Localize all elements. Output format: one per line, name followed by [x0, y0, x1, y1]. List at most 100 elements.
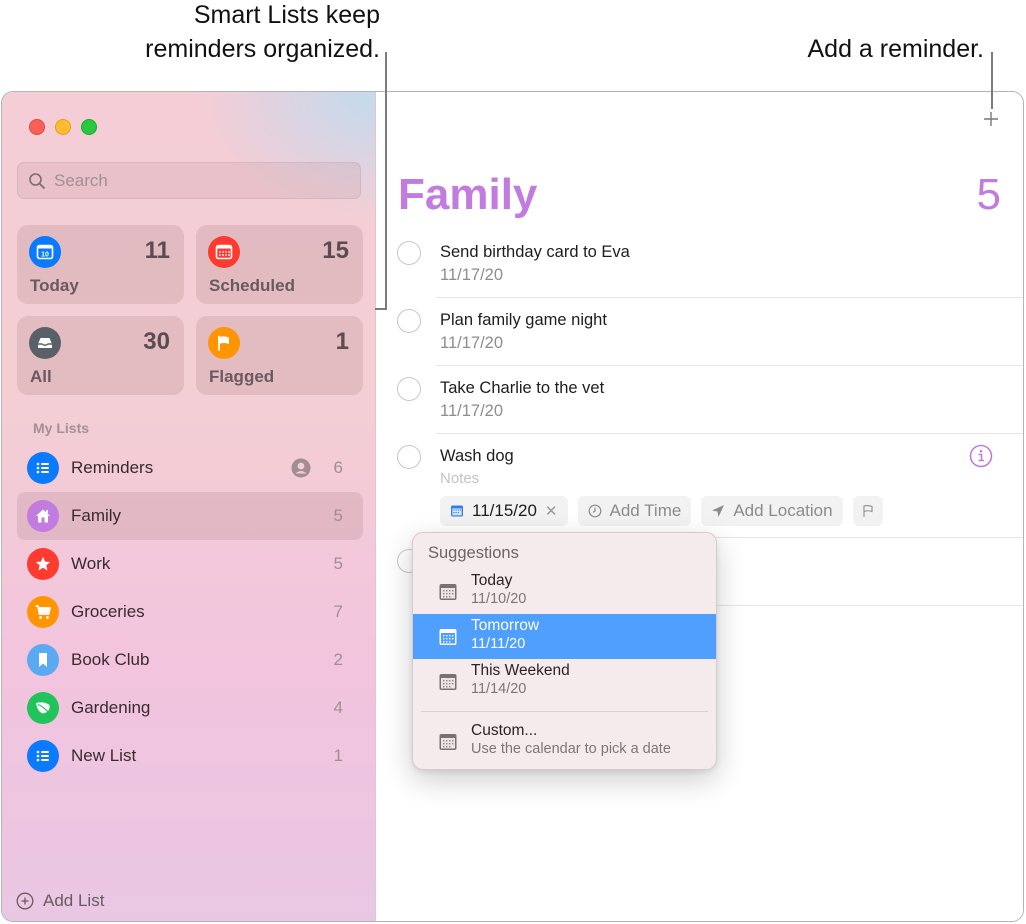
annotation-line-1: Smart Lists keep — [193, 1, 380, 29]
sidebar-item-new-list[interactable]: New List 1 — [17, 732, 363, 780]
reminder-title[interactable]: Take Charlie to the vet — [440, 379, 604, 398]
calendar-icon — [451, 505, 463, 517]
smart-list-label: Scheduled — [209, 276, 295, 295]
reminder-row[interactable]: Send birthday card to Eva 11/17/20 — [376, 230, 1023, 298]
smart-list-count: 15 — [322, 237, 349, 264]
calendar-icon — [439, 674, 457, 690]
date-suggestions-popover: Suggestions Today 11/10/20 Tomorrow 11/1… — [412, 532, 717, 770]
add-location-button[interactable]: Add Location — [701, 496, 843, 526]
flag-outline-icon — [863, 505, 873, 517]
smart-lists: 10 11 Today 15 Scheduled 30 All 1 Flagge… — [17, 225, 363, 395]
callout-line-smart-lists-tick — [375, 308, 387, 310]
flag-icon — [208, 327, 240, 359]
shared-person-icon — [291, 458, 311, 478]
suggestion-custom[interactable]: Custom... Use the calendar to pick a dat… — [413, 719, 716, 769]
suggestion-label: Tomorrow — [471, 617, 540, 634]
suggestion-label: This Weekend — [471, 662, 570, 679]
annotation-add-reminder: Add a reminder. — [807, 35, 985, 63]
star-icon — [27, 548, 59, 580]
calendar-today-icon: 10 — [29, 236, 61, 268]
cart-icon — [27, 596, 59, 628]
reminder-date: 11/17/20 — [440, 334, 504, 352]
list-total-count: 5 — [976, 170, 1001, 219]
list-title: Family — [398, 170, 538, 219]
add-list-label: Add List — [43, 891, 105, 910]
reminder-date: 11/17/20 — [440, 266, 504, 284]
smart-list-today[interactable]: 10 11 Today — [17, 225, 184, 304]
window-controls — [29, 119, 97, 135]
date-chip[interactable]: 11/15/20 ✕ — [440, 496, 568, 526]
main-pane: Family 5 Send birthday card to Eva 11/17… — [376, 92, 1023, 921]
sidebar-item-reminders[interactable]: Reminders 6 — [17, 444, 363, 492]
list-name: Family — [71, 506, 122, 525]
date-chip-value: 11/15/20 — [472, 501, 537, 520]
sidebar-item-family[interactable]: Family 5 — [17, 492, 363, 540]
zoom-window-button[interactable] — [81, 119, 97, 135]
reminder-title[interactable]: Plan family game night — [440, 311, 607, 330]
info-icon[interactable] — [969, 444, 993, 468]
suggestion-this-weekend[interactable]: This Weekend 11/14/20 — [413, 659, 716, 704]
reminder-date: 11/17/20 — [440, 402, 504, 420]
callout-line-smart-lists — [385, 52, 387, 310]
search-input[interactable] — [54, 170, 334, 191]
suggestion-date: 11/11/20 — [471, 636, 526, 652]
sidebar-item-book-club[interactable]: Book Club 2 — [17, 636, 363, 684]
add-list-button[interactable]: Add List — [16, 891, 104, 911]
list-count: 1 — [333, 746, 343, 765]
search-field[interactable] — [17, 162, 361, 199]
flag-button[interactable] — [852, 496, 883, 526]
close-window-button[interactable] — [29, 119, 45, 135]
reminder-row-editing[interactable]: Wash dog Notes 11/15/20 ✕ Add Time Add L… — [376, 434, 1023, 538]
reminder-title[interactable]: Send birthday card to Eva — [440, 243, 630, 262]
sidebar-item-gardening[interactable]: Gardening 4 — [17, 684, 363, 732]
suggestion-date: 11/14/20 — [471, 681, 527, 697]
complete-checkbox[interactable] — [397, 241, 421, 265]
reminder-row[interactable]: Plan family game night 11/17/20 — [376, 298, 1023, 366]
location-arrow-icon — [712, 505, 725, 517]
add-time-label: Add Time — [609, 501, 682, 520]
suggestion-today[interactable]: Today 11/10/20 — [413, 569, 716, 614]
reminder-attributes: 11/15/20 ✕ Add Time Add Location — [440, 496, 883, 526]
annotation-line-2: reminders organized. — [145, 35, 380, 63]
smart-list-count: 1 — [335, 328, 349, 355]
notes-field[interactable]: Notes — [440, 470, 479, 487]
add-reminder-button[interactable] — [981, 108, 1001, 130]
smart-list-scheduled[interactable]: 15 Scheduled — [196, 225, 363, 304]
list-count: 6 — [333, 458, 343, 477]
smart-list-label: Today — [30, 276, 79, 295]
reminders-window: 10 11 Today 15 Scheduled 30 All — [1, 91, 1024, 922]
my-lists-heading: My Lists — [33, 420, 90, 436]
reminder-title[interactable]: Wash dog — [440, 447, 514, 466]
suggestion-tomorrow[interactable]: Tomorrow 11/11/20 — [413, 614, 716, 659]
suggestion-label: Today — [471, 572, 513, 589]
smart-list-label: Flagged — [209, 367, 275, 386]
bookmark-icon — [27, 644, 59, 676]
list-name: Reminders — [71, 458, 154, 477]
complete-checkbox[interactable] — [397, 309, 421, 333]
list-count: 5 — [333, 506, 343, 525]
minimize-window-button[interactable] — [55, 119, 71, 135]
calendar-scheduled-icon — [208, 236, 240, 268]
clear-date-icon[interactable]: ✕ — [545, 502, 558, 520]
complete-checkbox[interactable] — [397, 445, 421, 469]
popover-title: Suggestions — [428, 544, 519, 562]
sidebar: 10 11 Today 15 Scheduled 30 All — [2, 92, 376, 921]
smart-list-label: All — [30, 367, 52, 386]
reminder-row[interactable]: Take Charlie to the vet 11/17/20 — [376, 366, 1023, 434]
callout-line-add-reminder — [991, 52, 993, 109]
add-time-button[interactable]: Add Time — [577, 496, 692, 526]
list-bullet-icon — [27, 740, 59, 772]
smart-list-all[interactable]: 30 All — [17, 316, 184, 395]
sidebar-item-groceries[interactable]: Groceries 7 — [17, 588, 363, 636]
calendar-icon — [439, 584, 457, 600]
complete-checkbox[interactable] — [397, 377, 421, 401]
popover-divider — [421, 711, 708, 712]
smart-list-flagged[interactable]: 1 Flagged — [196, 316, 363, 395]
list-bullet-icon — [27, 452, 59, 484]
calendar-icon — [439, 629, 457, 645]
sidebar-item-work[interactable]: Work 5 — [17, 540, 363, 588]
list-name: Groceries — [71, 602, 145, 621]
suggestion-label: Custom... — [471, 722, 538, 739]
my-lists: Reminders 6 Family 5 Work 5 Groceries 7 … — [17, 444, 363, 780]
suggestion-date: 11/10/20 — [471, 591, 527, 607]
